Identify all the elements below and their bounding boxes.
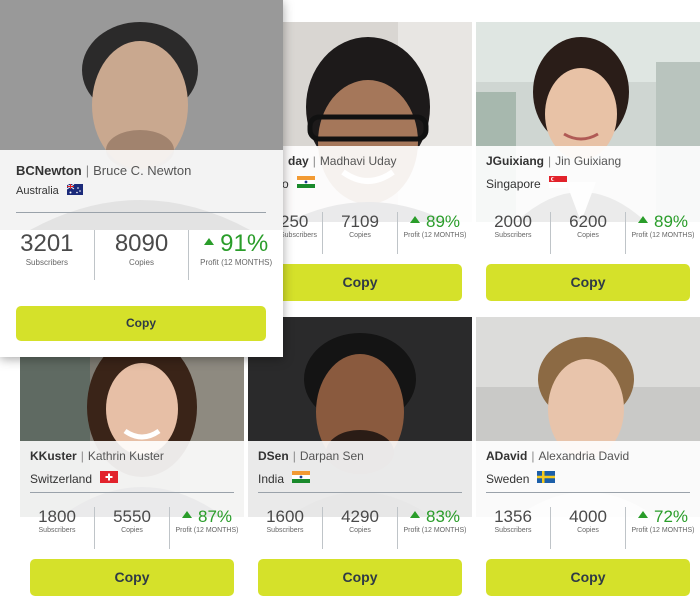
profit-label: Profit (12 MONTHS) (200, 258, 273, 267)
trader-card-jguixiang: JGuixiang | Jin Guixiang Singapore 2000 Sub… (476, 22, 700, 307)
copies-count: 6200 (569, 212, 607, 231)
trader-card-kkuster: KKuster | Kathrin Kuster Switzerland 1800 S… (20, 317, 244, 602)
copy-button[interactable]: Copy (486, 559, 690, 596)
arrow-up-icon (637, 216, 648, 224)
subscribers-count: 1600 (266, 507, 304, 526)
trader-fullname: Jin Guixiang (555, 154, 622, 168)
trader-country: Sweden (486, 471, 530, 486)
profit-value: 87% (197, 507, 233, 526)
trader-fullname: Bruce C. Newton (93, 163, 192, 178)
arrow-up-icon (409, 216, 420, 224)
profit-label: Profit (12 MONTHS) (631, 527, 695, 534)
subscribers-label: Subscribers (266, 527, 304, 534)
trader-fullname: Madhavi Uday (319, 154, 397, 168)
subscribers-count: 3201 (20, 230, 74, 257)
subscribers-count: 1800 (38, 507, 76, 526)
trader-username[interactable]: JGuixiang (486, 154, 544, 168)
singapore-flag-icon (548, 176, 567, 191)
arrow-up-icon (181, 511, 192, 519)
copy-button[interactable]: Copy (16, 306, 266, 341)
info-divider (16, 212, 266, 213)
copy-button[interactable]: Copy (258, 264, 462, 301)
profit-value: 91% (220, 230, 269, 257)
trader-username[interactable]: ADavid (486, 449, 527, 463)
trader-username[interactable]: BCNewton (16, 163, 82, 178)
switzerland-flag-icon (100, 471, 119, 486)
subscribers-label: Subscribers (38, 527, 76, 534)
profit-label: Profit (12 MONTHS) (175, 527, 239, 534)
trader-fullname: Darpan Sen (299, 449, 364, 463)
profit-value: 89% (653, 212, 689, 231)
arrow-up-icon (409, 511, 420, 519)
trader-username[interactable]: KKuster (30, 449, 77, 463)
copies-label: Copies (349, 527, 371, 534)
copy-button[interactable]: Copy (486, 264, 690, 301)
profit-label: Profit (12 MONTHS) (403, 527, 467, 534)
trader-card-bcnewton: BCNewton | Bruce C. Newton Australia 3201 S… (0, 0, 283, 357)
subscribers-count: 1356 (494, 507, 532, 526)
trader-country: Australia (16, 185, 59, 197)
profit-value: 72% (653, 507, 689, 526)
trader-country: o (282, 176, 289, 191)
subscribers-label: Subscribers (25, 258, 68, 267)
trader-country: Switzerland (30, 471, 93, 486)
trader-username[interactable]: DSen (258, 449, 289, 463)
copies-count: 5550 (113, 507, 151, 526)
copy-button[interactable]: Copy (258, 559, 462, 596)
trader-username[interactable]: day (288, 154, 309, 168)
profit-value: 83% (425, 507, 461, 526)
sweden-flag-icon (537, 471, 556, 486)
info-divider (30, 492, 234, 493)
copy-button[interactable]: Copy (30, 559, 234, 596)
trader-card-dsen: DSen | Darpan Sen India 1600 Subscribers 42… (248, 317, 472, 602)
profit-label: Profit (12 MONTHS) (403, 232, 467, 239)
info-divider (486, 492, 690, 493)
subscribers-label: Subscribers (494, 527, 532, 534)
trader-fullname: Alexandria David (538, 449, 630, 463)
copies-count: 4290 (341, 507, 379, 526)
subscribers-label: Subscribers (494, 232, 532, 239)
copies-label: Copies (349, 232, 371, 239)
arrow-up-icon (204, 238, 215, 246)
copies-count: 8090 (114, 230, 169, 257)
trader-card-adavid: ADavid | Alexandria David Sweden 1356 Subsc… (476, 317, 700, 602)
copies-count: 7109 (341, 212, 379, 231)
info-divider (258, 492, 462, 493)
profit-value: 89% (425, 212, 461, 231)
australia-flag-icon (66, 183, 83, 198)
copies-label: Copies (121, 527, 143, 534)
india-flag-icon (296, 176, 315, 191)
copies-label: Copies (129, 258, 154, 267)
trader-country: India (258, 471, 285, 486)
copies-label: Copies (577, 232, 599, 239)
profit-label: Profit (12 MONTHS) (631, 232, 695, 239)
india-flag-icon (292, 471, 311, 486)
subscribers-count: 2000 (494, 212, 532, 231)
copies-count: 4000 (569, 507, 607, 526)
copies-label: Copies (577, 527, 599, 534)
trader-country: Singapore (486, 176, 541, 191)
trader-fullname: Kathrin Kuster (87, 449, 164, 463)
arrow-up-icon (637, 511, 648, 519)
